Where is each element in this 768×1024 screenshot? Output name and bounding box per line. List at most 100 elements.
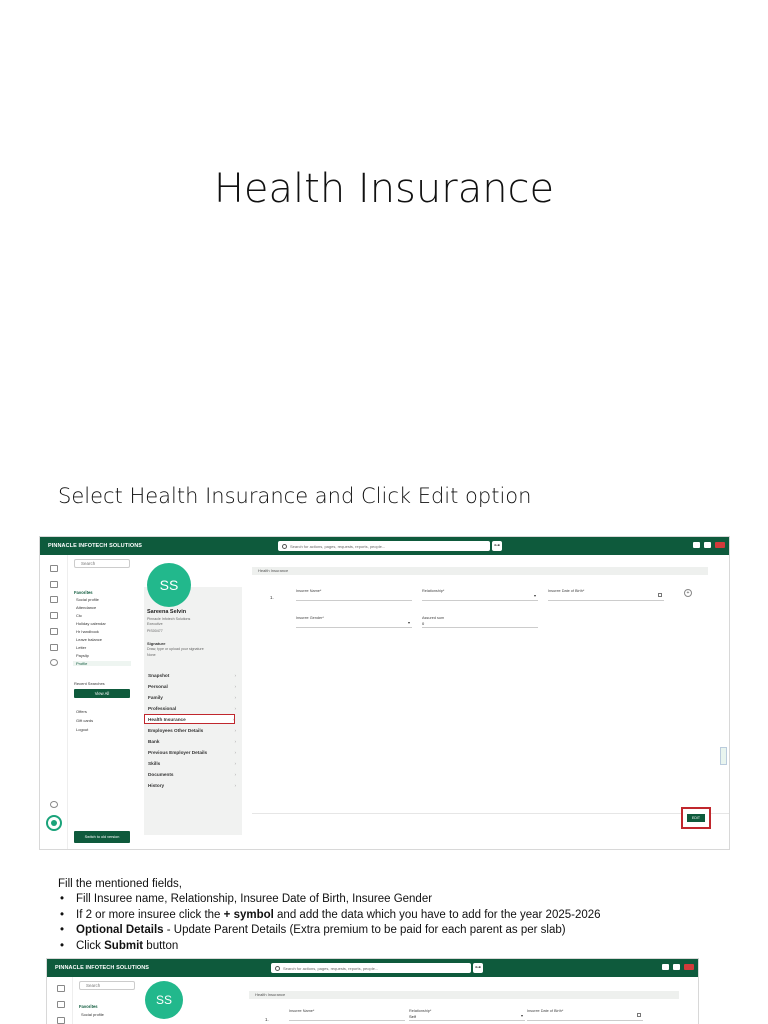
insuree-gender-field[interactable]: Insuree Gender* ▾ (296, 616, 412, 628)
instructions-intro: Fill the mentioned fields, (58, 878, 183, 890)
nav-leave-balance[interactable]: Leave balance (76, 637, 102, 642)
field-label: Insuree Gender* (296, 616, 324, 620)
mail-icon[interactable] (662, 964, 669, 970)
left-search-input[interactable]: Search (74, 559, 130, 568)
menu-label: History (148, 783, 165, 788)
nav-holiday-calendar[interactable]: Holiday calendar (76, 621, 106, 626)
mail-icon[interactable] (693, 542, 700, 548)
favorites-title: Favorites (74, 590, 93, 595)
instruction-text: - Update Parent Details (Extra premium t… (163, 924, 566, 937)
menu-personal[interactable]: Personal › (148, 682, 236, 692)
search-icon (282, 543, 287, 549)
screen-icon[interactable] (50, 612, 58, 619)
avatar[interactable]: SS (145, 981, 183, 1019)
field-label: Insuree Date of Birth* (548, 589, 585, 593)
view-all-button[interactable]: View All (74, 689, 130, 698)
menu-bank[interactable]: Bank › (148, 737, 236, 747)
chat-bubble-icon[interactable] (46, 815, 62, 831)
org-chart-icon[interactable]: ⊶ (492, 541, 502, 551)
avatar[interactable]: SS (147, 563, 191, 607)
instruction-bold: Optional Details (76, 924, 164, 937)
nav-offers[interactable]: Offers (76, 709, 87, 714)
main-content: Health Insurance 1. Insuree Name* Relati… (247, 977, 698, 1024)
edit-button-highlight[interactable]: EDIT (681, 807, 711, 829)
inbox-icon[interactable] (50, 581, 58, 588)
nav-attendance[interactable]: Attendance (76, 605, 96, 610)
form-header: Health Insurance (249, 991, 679, 999)
nav-social-profile[interactable]: Social profile (76, 597, 99, 602)
menu-label: Documents (148, 772, 174, 777)
chevron-right-icon: › (234, 783, 236, 788)
insuree-dob-field[interactable]: Insuree Date of Birth* (548, 589, 664, 601)
signature-value: None (147, 653, 156, 657)
field-label: Insuree Date of Birth* (527, 1009, 564, 1013)
chart-icon[interactable] (50, 644, 58, 651)
signature-hint[interactable]: Draw, type or upload your signature (147, 647, 204, 651)
menu-label: Health Insurance (148, 717, 186, 722)
org-chart-icon[interactable]: ⊶ (473, 963, 483, 973)
field-label: Relationship* (422, 589, 445, 593)
home-icon[interactable] (50, 565, 58, 572)
global-search-input[interactable]: Search for actions, pages, requests, rep… (278, 541, 490, 551)
global-search-input[interactable]: Search for actions, pages, requests, rep… (271, 963, 471, 973)
inbox-icon[interactable] (57, 1001, 65, 1008)
menu-health-insurance[interactable]: Health Insurance › (144, 714, 235, 724)
calendar-icon[interactable] (658, 593, 662, 597)
chevron-right-icon: › (234, 739, 236, 744)
user-menu-icon[interactable] (684, 964, 694, 970)
topbar-icons (693, 542, 725, 548)
instruction-text: If 2 or more insuree click the (76, 908, 224, 921)
instruction-item: If 2 or more insuree click the + symbol … (58, 908, 601, 924)
relationship-field[interactable]: Relationship* ▾ (422, 589, 538, 601)
edit-icon[interactable] (57, 1017, 65, 1024)
instruction-item: Click Submit button (58, 939, 601, 955)
nav-social-profile[interactable]: Social profile (81, 1012, 104, 1017)
menu-documents[interactable]: Documents › (148, 770, 236, 780)
menu-previous-employer-details[interactable]: Previous Employer Details › (148, 748, 236, 758)
menu-snapshot[interactable]: Snapshot › (148, 671, 236, 681)
chevron-right-icon: › (234, 761, 236, 766)
nav-letter[interactable]: Letter (76, 645, 86, 650)
settings-icon[interactable] (50, 659, 58, 666)
edit-button[interactable]: EDIT (687, 814, 705, 822)
home-icon[interactable] (57, 985, 65, 992)
section-heading: Select Health Insurance and Click Edit o… (58, 484, 532, 508)
nav-payslip[interactable]: Payslip (76, 653, 89, 658)
edit-icon[interactable] (50, 596, 58, 603)
people-icon[interactable] (50, 628, 58, 635)
nav-ctc[interactable]: Ctc (76, 613, 82, 618)
calendar-icon[interactable] (673, 964, 680, 970)
instructions-list: Fill Insuree name, Relationship, Insuree… (58, 892, 601, 954)
calendar-icon[interactable] (704, 542, 711, 548)
instruction-bold: + symbol (223, 908, 274, 921)
switch-version-button[interactable]: Switch to old version (74, 831, 130, 843)
side-widget-icon[interactable] (720, 747, 727, 765)
insuree-name-field[interactable]: Insuree Name* (289, 1009, 405, 1021)
signature-title: Signature (147, 641, 166, 646)
instruction-text: Click (76, 939, 105, 952)
menu-label: Bank (148, 739, 160, 744)
menu-skills[interactable]: Skills › (148, 759, 236, 769)
menu-employees-other-details[interactable]: Employees Other Details › (148, 726, 236, 736)
left-search-input[interactable]: Search (79, 981, 135, 990)
nav-profile[interactable]: Profile (73, 661, 131, 666)
menu-label: Family (148, 695, 163, 700)
profile-employee-id: PIS00477 (147, 629, 163, 633)
insuree-dob-field[interactable]: Insuree Date of Birth* (527, 1009, 643, 1021)
relationship-field[interactable]: Relationship* Self ▾ (409, 1009, 525, 1021)
calendar-icon[interactable] (637, 1013, 641, 1017)
insuree-name-field[interactable]: Insuree Name* (296, 589, 412, 601)
menu-history[interactable]: History › (148, 781, 236, 791)
help-icon[interactable] (50, 801, 58, 808)
menu-professional[interactable]: Professional › (148, 704, 236, 714)
nav-gift-cards[interactable]: Gift cards (76, 718, 93, 723)
instruction-bold: Submit (104, 939, 144, 952)
assured-sum-field[interactable]: Assured sum 0 (422, 616, 538, 628)
menu-family[interactable]: Family › (148, 693, 236, 703)
chevron-right-icon: › (234, 706, 236, 711)
chevron-right-icon: › (234, 728, 236, 733)
nav-logout[interactable]: Logout (76, 727, 88, 732)
nav-hr-handbook[interactable]: Hr handbook (76, 629, 99, 634)
add-insuree-plus-icon[interactable]: + (684, 589, 692, 597)
user-menu-icon[interactable] (715, 542, 725, 548)
